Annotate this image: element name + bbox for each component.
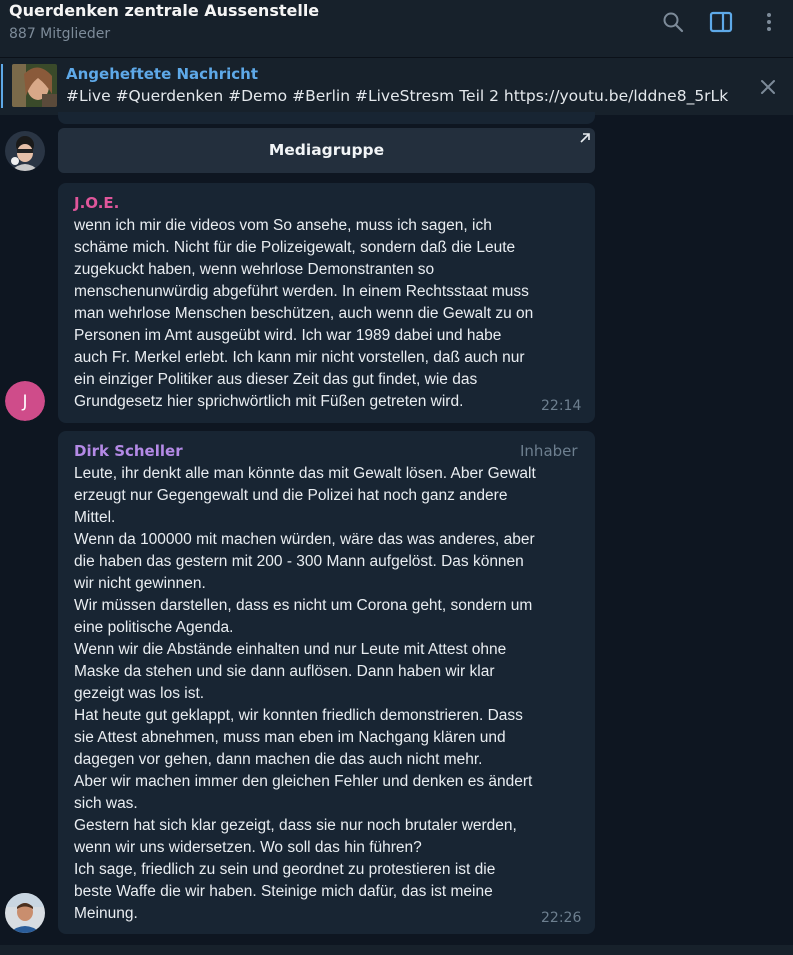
- message-line: Personen im Amt ausgeübt wird. Ich war 1…: [74, 327, 502, 344]
- message-line: Gestern hat sich klar gezeigt, dass sie …: [74, 817, 517, 834]
- message-time: 22:26: [541, 910, 582, 926]
- message-line: Wenn da 100000 mit machen würden, wäre d…: [74, 531, 535, 548]
- message-line: sie Attest abnehmen, muss man eben im Na…: [74, 729, 506, 746]
- sidebar-toggle-icon[interactable]: [709, 10, 733, 34]
- avatar[interactable]: [5, 893, 45, 933]
- bottom-bar: [0, 945, 793, 955]
- pinned-title: Angeheftete Nachricht: [66, 65, 259, 83]
- message-line: sich was.: [74, 795, 138, 812]
- message-line: wenn wir uns widersetzen. Wo soll das hi…: [74, 839, 422, 856]
- message-line: erzeugt nur Gegengewalt und die Polizei …: [74, 487, 508, 504]
- previous-message-edge: [58, 112, 595, 124]
- message-line: eine politische Agenda.: [74, 619, 234, 636]
- external-link-icon: [580, 133, 590, 143]
- message-line: Hat heute gut geklappt, wir konnten frie…: [74, 707, 523, 724]
- message-line: schäme mich. Nicht für die Polizeigewalt…: [74, 239, 516, 256]
- chat-title[interactable]: Querdenken zentrale Aussenstelle: [9, 1, 319, 20]
- close-icon[interactable]: [759, 78, 777, 96]
- message-line: man wehrlose Menschen beschützen, auch w…: [74, 305, 534, 322]
- search-icon[interactable]: [661, 10, 685, 34]
- message-line: beste Waffe die wir haben. Steinige mich…: [74, 883, 493, 900]
- message-line: Meinung.: [74, 905, 138, 922]
- message-text: Leute, ihr denkt alle man könnte das mit…: [74, 463, 536, 925]
- message-line: Wir müssen darstellen, dass es nicht um …: [74, 597, 533, 614]
- message-bubble[interactable]: J.O.E. wenn ich mir die videos vom So an…: [58, 183, 595, 423]
- message-line: ein einziger Politiker aus dieser Zeit d…: [74, 371, 478, 388]
- media-group-label: Mediagruppe: [268, 141, 385, 159]
- message-line: auch Fr. Merkel erlebt. Ich kann mir nic…: [74, 349, 525, 366]
- role-badge: Inhaber: [520, 442, 578, 460]
- message-line: Wenn wir die Abstände einhalten und nur …: [74, 641, 507, 658]
- message-line: gezeigt was los ist.: [74, 685, 205, 702]
- avatar[interactable]: [5, 131, 45, 171]
- message-bubble[interactable]: Dirk Scheller Inhaber Leute, ihr denkt a…: [58, 431, 595, 934]
- message-line: die haben das gestern mit 200 - 300 Mann…: [74, 553, 524, 570]
- message-sender[interactable]: J.O.E.: [74, 194, 119, 212]
- chat-header[interactable]: Querdenken zentrale Aussenstelle 887 Mit…: [0, 0, 793, 57]
- message-time: 22:14: [541, 398, 582, 414]
- message-line: Maske da stehen und sie dann auflösen. D…: [74, 663, 495, 680]
- message-text: wenn ich mir die videos vom So ansehe, m…: [74, 215, 533, 413]
- message-line: Mittel.: [74, 509, 116, 526]
- message-line: Leute, ihr denkt alle man könnte das mit…: [74, 465, 536, 482]
- pinned-text: #Live #Querdenken #Demo #Berlin #LiveStr…: [66, 87, 729, 105]
- message-line: wir nicht gewinnen.: [74, 575, 206, 592]
- message-line: Grundgesetz hier sprichwörtlich mit Füße…: [74, 393, 464, 410]
- message-line: dagegen vor gehen, dann machen die das a…: [74, 751, 483, 768]
- message-sender[interactable]: Dirk Scheller: [74, 442, 183, 460]
- message-line: Aber wir machen immer den gleichen Fehle…: [74, 773, 533, 790]
- message-line: Ich sage, friedlich zu sein und geordnet…: [74, 861, 496, 878]
- message-line: wenn ich mir die videos vom So ansehe, m…: [74, 217, 492, 234]
- more-vert-icon[interactable]: [757, 10, 781, 34]
- avatar[interactable]: J: [5, 381, 45, 421]
- media-group-button[interactable]: Mediagruppe: [58, 128, 595, 173]
- avatar-letter: J: [21, 392, 27, 412]
- pinned-thumbnail: [12, 64, 57, 107]
- pinned-accent-bar: [1, 64, 3, 108]
- message-line: menschenunwürdig abgeführt werden. In ei…: [74, 283, 529, 300]
- member-count: 887 Mitglieder: [9, 26, 111, 42]
- message-line: zugekuckt haben, wenn wehrlose Demonstra…: [74, 261, 435, 278]
- pinned-message[interactable]: Angeheftete Nachricht #Live #Querdenken …: [0, 57, 793, 115]
